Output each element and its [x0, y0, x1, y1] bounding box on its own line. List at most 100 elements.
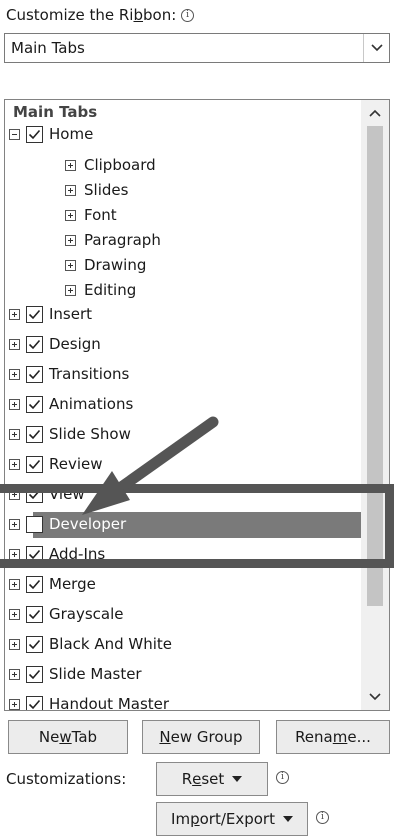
- expand-plus-icon[interactable]: [9, 668, 20, 680]
- scroll-thumb[interactable]: [367, 126, 383, 606]
- checkbox-checked[interactable]: [26, 605, 43, 623]
- tree-item[interactable]: Drawing: [65, 253, 146, 277]
- expand-plus-icon[interactable]: [65, 259, 76, 271]
- ribbon-tabs-tree[interactable]: Main Tabs Home Clipboard Slides Font Paragra…: [4, 99, 390, 711]
- tree-item[interactable]: Slide Master: [9, 662, 142, 686]
- expand-plus-icon[interactable]: [9, 338, 20, 350]
- rename-button[interactable]: Rena m e...: [276, 720, 390, 754]
- import-label-a: Im: [171, 810, 191, 828]
- scroll-up-icon[interactable]: [361, 102, 389, 124]
- checkbox-checked[interactable]: [26, 365, 43, 383]
- tree-item-label: Slide Show: [49, 425, 131, 443]
- expand-plus-icon[interactable]: [65, 284, 76, 296]
- expand-plus-icon[interactable]: [9, 368, 20, 380]
- tree-item[interactable]: View: [9, 482, 85, 506]
- checkbox-checked[interactable]: [26, 395, 43, 413]
- tree-item[interactable]: Merge: [9, 572, 96, 596]
- checkbox-checked[interactable]: [26, 635, 43, 653]
- tree-item[interactable]: Grayscale: [9, 602, 124, 626]
- customizations-label: Customizations:: [6, 770, 127, 788]
- checkbox-checked[interactable]: [26, 485, 43, 503]
- tree-item-label: View: [49, 485, 85, 503]
- import-export-dropdown-icon: [282, 816, 293, 822]
- expand-plus-icon[interactable]: [65, 184, 76, 196]
- tree-item-label: Home: [49, 125, 94, 143]
- tree-item[interactable]: Insert: [9, 302, 92, 326]
- checkbox-unchecked[interactable]: [26, 515, 43, 533]
- scrollbar[interactable]: [361, 100, 389, 710]
- tree-item[interactable]: Review: [9, 452, 103, 476]
- tree-item[interactable]: Transitions: [9, 362, 129, 386]
- expand-plus-icon[interactable]: [9, 578, 20, 590]
- expand-plus-icon[interactable]: [9, 608, 20, 620]
- tree-item-label: Developer: [49, 515, 127, 533]
- expand-plus-icon[interactable]: [9, 488, 20, 500]
- tree-item-label: Font: [84, 206, 117, 224]
- tree-item-label: Paragraph: [84, 231, 161, 249]
- expand-plus-icon[interactable]: [65, 159, 76, 171]
- chevron-down-icon[interactable]: [363, 34, 389, 62]
- rename-accel: m: [332, 728, 348, 746]
- tree-item[interactable]: Add-Ins: [9, 542, 105, 566]
- tree-item-label: Animations: [49, 395, 134, 413]
- tree-item-label: Insert: [49, 305, 93, 323]
- expand-plus-icon[interactable]: [65, 209, 76, 221]
- tree-item[interactable]: Clipboard: [65, 153, 156, 177]
- tree-item[interactable]: Design: [9, 332, 101, 356]
- tree-item-label: Handout Master: [49, 695, 170, 711]
- checkbox-checked[interactable]: [26, 545, 43, 563]
- list-header: Main Tabs: [13, 103, 98, 121]
- customize-ribbon-label: Customize the Ribbon: i: [6, 6, 195, 24]
- collapse-minus-icon[interactable]: [9, 128, 20, 140]
- import-label-b: ort/Export: [199, 810, 275, 828]
- import-export-info-icon[interactable]: i: [316, 811, 329, 824]
- expand-plus-icon[interactable]: [9, 518, 20, 530]
- checkbox-checked[interactable]: [26, 335, 43, 353]
- expand-plus-icon[interactable]: [9, 458, 20, 470]
- checkbox-checked[interactable]: [26, 575, 43, 593]
- reset-button[interactable]: Re set: [156, 762, 268, 796]
- tree-item[interactable]: Animations: [9, 392, 133, 416]
- checkbox-checked[interactable]: [26, 665, 43, 683]
- expand-plus-icon[interactable]: [9, 698, 20, 710]
- expand-plus-icon[interactable]: [9, 428, 20, 440]
- tree-item[interactable]: Font: [65, 203, 117, 227]
- customize-label-accel: b: [133, 6, 144, 24]
- checkbox-checked[interactable]: [26, 455, 43, 473]
- dropdown-value: Main Tabs: [11, 39, 85, 57]
- new-tab-button[interactable]: Ne w Tab: [8, 720, 128, 754]
- customize-label-text-end: bon:: [143, 6, 177, 24]
- tree-item[interactable]: Slide Show: [9, 422, 131, 446]
- tree-item-label: Grayscale: [49, 605, 124, 623]
- tree-item-label: Black And White: [49, 635, 173, 653]
- expand-plus-icon[interactable]: [9, 308, 20, 320]
- tree-item[interactable]: Editing: [65, 278, 136, 302]
- new-group-button[interactable]: New Group: [142, 720, 260, 754]
- expand-plus-icon[interactable]: [9, 398, 20, 410]
- tree-item-label: Review: [49, 455, 103, 473]
- tree-item[interactable]: Home: [9, 122, 93, 146]
- scroll-down-icon[interactable]: [361, 686, 389, 708]
- tree-item[interactable]: Slides: [65, 178, 128, 202]
- import-accel: p: [190, 810, 200, 828]
- expand-plus-icon[interactable]: [9, 548, 20, 560]
- checkbox-checked[interactable]: [26, 125, 43, 143]
- checkbox-checked[interactable]: [26, 305, 43, 323]
- tree-item[interactable]: Handout Master: [9, 692, 170, 711]
- tree-item[interactable]: Black And White: [9, 632, 172, 656]
- checkbox-checked[interactable]: [26, 425, 43, 443]
- checkbox-checked[interactable]: [26, 695, 43, 710]
- info-icon[interactable]: i: [181, 9, 195, 22]
- reset-dropdown-icon: [232, 776, 243, 782]
- expand-plus-icon[interactable]: [65, 234, 76, 246]
- tree-item[interactable]: Developer: [9, 512, 367, 538]
- new-tab-label-b: Tab: [71, 728, 98, 746]
- customize-label-text: Customize the Ri: [6, 6, 134, 24]
- tree-item[interactable]: Paragraph: [65, 228, 161, 252]
- ribbon-tabs-dropdown[interactable]: Main Tabs: [4, 33, 390, 63]
- reset-info-icon[interactable]: i: [276, 771, 289, 784]
- rename-label-a: Rena: [295, 728, 333, 746]
- tree-item-label: Transitions: [49, 365, 130, 383]
- expand-plus-icon[interactable]: [9, 638, 20, 650]
- import-export-button[interactable]: Im p ort/Export: [156, 802, 308, 836]
